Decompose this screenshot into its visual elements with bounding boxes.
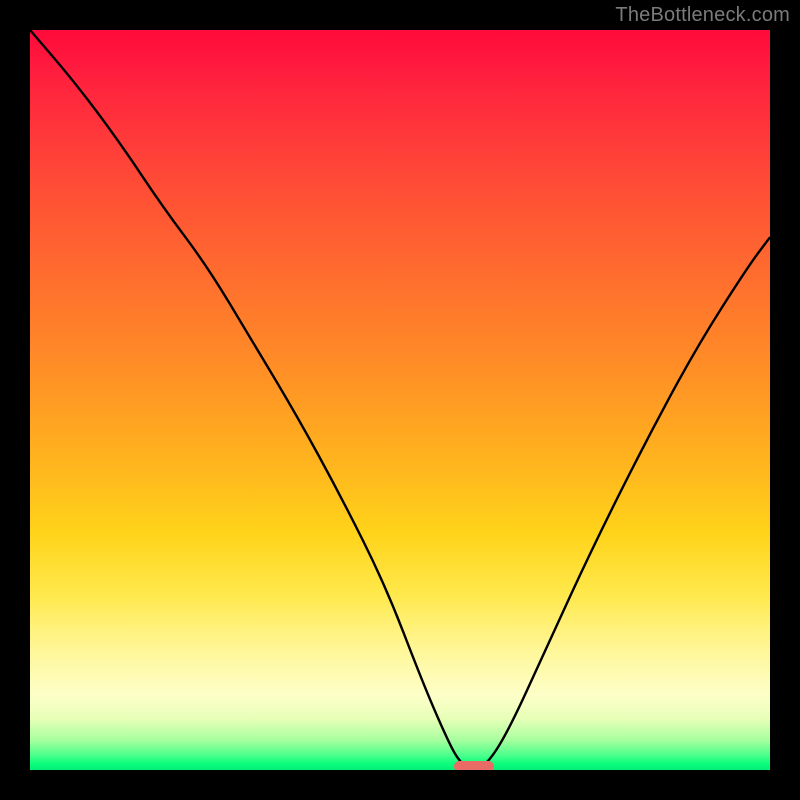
bottleneck-curve <box>30 30 770 768</box>
plot-area <box>30 30 770 770</box>
watermark-text: TheBottleneck.com <box>615 4 790 27</box>
curve-layer <box>30 30 770 770</box>
minimum-marker <box>454 761 494 770</box>
chart-frame: TheBottleneck.com <box>0 0 800 800</box>
